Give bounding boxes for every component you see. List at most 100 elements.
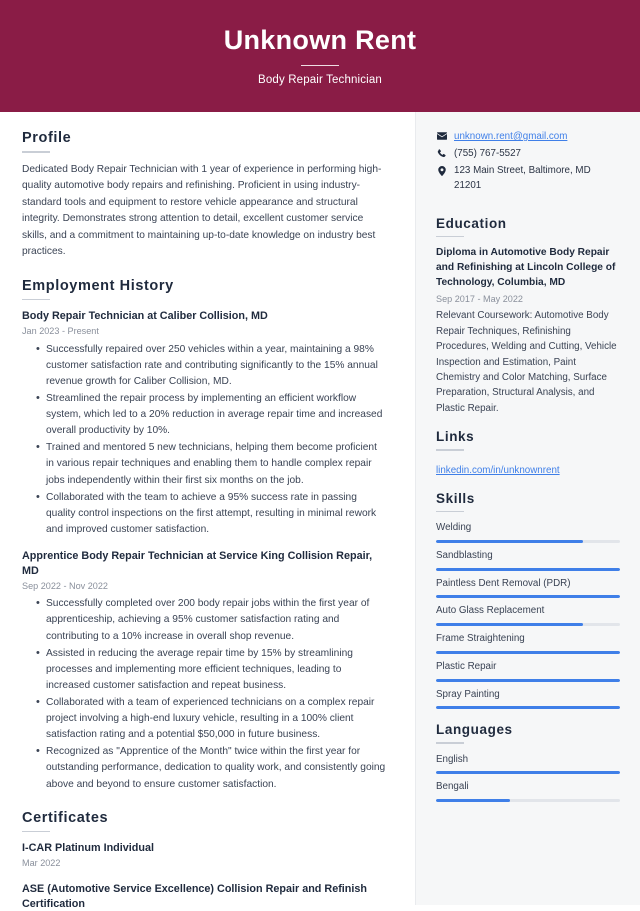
heading-rule (436, 235, 464, 238)
resume-body: Profile Dedicated Body Repair Technician… (0, 112, 640, 910)
skill-bar-track (436, 595, 620, 599)
language-bar-track (436, 799, 620, 803)
skill-bar-fill (436, 595, 620, 599)
skill-label: Frame Straightening (436, 633, 525, 645)
contact-details: unknown.rent@gmail.com (755) 767-5527 12… (436, 130, 620, 194)
skill-label: Spray Painting (436, 688, 500, 700)
section-certificates: Certificates I-CAR Platinum Individual M… (22, 810, 387, 911)
certificate-date: Mar 2022 (22, 858, 61, 869)
skill-bar-track (436, 567, 620, 571)
heading-rule (436, 449, 464, 451)
header-job-title: Body Repair Technician (258, 74, 382, 87)
skill-bar-track (436, 540, 620, 544)
section-languages: Languages English Bengali (436, 722, 620, 803)
list-item: Assisted in reducing the average repair … (36, 645, 387, 694)
skill-label: Auto Glass Replacement (436, 605, 545, 617)
linkedin-link[interactable]: linkedin.com/in/unknownrent (436, 465, 560, 476)
list-item: Trained and mentored 5 new technicians, … (36, 439, 387, 488)
section-heading-education: Education (436, 215, 507, 231)
links-list: linkedin.com/in/unknownrent (436, 460, 620, 478)
section-heading-profile: Profile (22, 130, 72, 146)
skill-label: Sandblasting (436, 550, 493, 562)
employment-bullet-list: Successfully completed over 200 body rep… (22, 595, 387, 792)
language-item: Bengali (436, 780, 620, 803)
skill-bar-track (436, 623, 620, 627)
employment-entry: Body Repair Technician at Caliber Collis… (22, 309, 387, 538)
language-bar-track (436, 771, 620, 775)
heading-rule (22, 151, 50, 153)
list-item: Streamlined the repair process by implem… (36, 390, 387, 439)
education-entry-description: Relevant Coursework: Automotive Body Rep… (436, 310, 617, 414)
header-divider (301, 64, 339, 67)
employment-entry: Apprentice Body Repair Technician at Ser… (22, 549, 387, 793)
skill-bar-fill (436, 540, 584, 544)
heading-rule (22, 298, 50, 301)
certificate-title: ASE (Automotive Service Excellence) Coll… (22, 882, 367, 910)
contact-phone-row: (755) 767-5527 (436, 147, 620, 162)
skill-item: Paintless Dent Removal (PDR) (436, 577, 620, 599)
sidebar-column: unknown.rent@gmail.com (755) 767-5527 12… (415, 112, 640, 905)
skill-bar-track (436, 678, 620, 682)
employment-entry-title: Apprentice Body Repair Technician at Ser… (22, 549, 373, 577)
list-item: Collaborated with a team of experienced … (36, 694, 387, 743)
employment-entry-date: Jan 2023 - Present (22, 325, 99, 336)
contact-address-text: 123 Main Street, Baltimore, MD 21201 (454, 165, 591, 192)
skill-bar-track (436, 706, 620, 710)
section-education: Education Diploma in Automotive Body Rep… (436, 216, 620, 417)
section-employment-history: Employment History Body Repair Technicia… (22, 278, 387, 793)
page-title: Unknown Rent (223, 24, 417, 55)
skill-item: Sandblasting (436, 549, 620, 571)
skill-label: Welding (436, 522, 472, 534)
skill-label: Paintless Dent Removal (PDR) (436, 577, 571, 589)
section-heading-employment: Employment History (22, 277, 174, 294)
language-bar-fill (436, 771, 620, 775)
heading-rule (22, 830, 50, 833)
language-label: Bengali (436, 781, 469, 793)
skill-item: Plastic Repair (436, 660, 620, 682)
list-item: Successfully repaired over 250 vehicles … (36, 341, 387, 390)
skill-bar-fill (436, 650, 620, 654)
profile-text: Dedicated Body Repair Technician with 1 … (22, 163, 382, 258)
list-item: Successfully completed over 200 body rep… (36, 595, 387, 644)
heading-rule (436, 510, 464, 513)
resume-header: Unknown Rent Body Repair Technician (0, 0, 640, 112)
phone-icon (436, 147, 447, 158)
certificate-entry: ASE (Automotive Service Excellence) Coll… (22, 882, 387, 911)
certificate-title: I-CAR Platinum Individual (22, 842, 154, 855)
language-bar-fill (436, 799, 510, 803)
section-heading-languages: Languages (436, 722, 513, 738)
section-skills: Skills Welding Sandblasting Paintless De… (436, 490, 620, 710)
contact-phone-text: (755) 767-5527 (454, 148, 521, 160)
skill-bar-fill (436, 623, 584, 627)
language-label: English (436, 753, 469, 765)
section-profile: Profile Dedicated Body Repair Technician… (22, 130, 387, 261)
location-pin-icon (436, 164, 447, 177)
envelope-icon (436, 130, 447, 140)
section-heading-skills: Skills (436, 490, 475, 506)
skill-item: Frame Straightening (436, 632, 620, 654)
contact-address-row: 123 Main Street, Baltimore, MD 21201 (436, 164, 620, 193)
education-entry-date: Sep 2017 - May 2022 (436, 293, 523, 304)
contact-email-text: unknown.rent@gmail.com (454, 130, 620, 145)
list-item: Recognized as "Apprentice of the Month" … (36, 743, 387, 792)
skill-bar-fill (436, 706, 620, 710)
employment-entry-title: Body Repair Technician at Caliber Collis… (22, 310, 268, 323)
certificate-entry: I-CAR Platinum Individual Mar 2022 (22, 841, 387, 871)
contact-email-row: unknown.rent@gmail.com (436, 130, 620, 145)
section-links: Links linkedin.com/in/unknownrent (436, 429, 620, 478)
list-item: Collaborated with the team to achieve a … (36, 489, 387, 538)
section-heading-links: Links (436, 429, 475, 445)
employment-bullet-list: Successfully repaired over 250 vehicles … (22, 341, 387, 538)
skill-item: Spray Painting (436, 688, 620, 710)
email-link[interactable]: unknown.rent@gmail.com (454, 131, 567, 142)
language-item: English (436, 753, 620, 775)
skill-item: Auto Glass Replacement (436, 604, 620, 627)
education-entry-title: Diploma in Automotive Body Repair and Re… (436, 247, 616, 288)
skill-bar-fill (436, 678, 620, 682)
skill-bar-track (436, 650, 620, 654)
skill-bar-fill (436, 567, 620, 571)
skill-item: Welding (436, 521, 620, 544)
employment-entry-date: Sep 2022 - Nov 2022 (22, 580, 108, 591)
heading-rule (436, 742, 464, 744)
skill-label: Plastic Repair (436, 660, 497, 672)
